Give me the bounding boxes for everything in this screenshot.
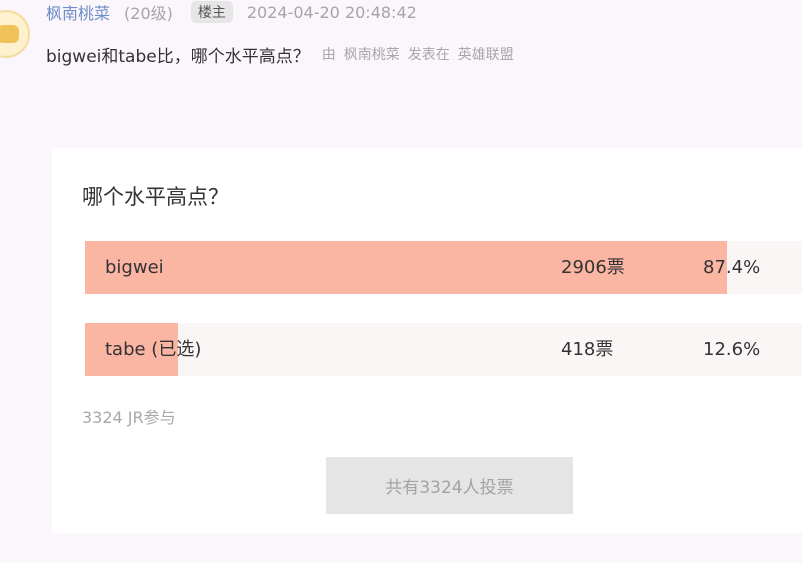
source-author[interactable]: 枫南桃菜 — [344, 47, 400, 63]
source-forum[interactable]: 英雄联盟 — [458, 47, 514, 63]
avatar[interactable] — [0, 10, 30, 58]
poll-option-label: bigwei — [105, 257, 164, 278]
source-prefix: 由 — [321, 47, 336, 63]
poll-option-bigwei[interactable]: bigwei 2906票 87.4% — [85, 241, 802, 294]
avatar-image — [0, 25, 19, 43]
poll-option-percent: 87.4% — [703, 257, 761, 278]
post-title-line: bigwei和tabe比，哪个水平高点？ 由枫南桃菜 发表在 英雄联盟 — [46, 41, 514, 67]
post-time: 2024-04-20 20:48:42 — [246, 2, 417, 22]
post-title: bigwei和tabe比，哪个水平高点？ — [46, 46, 310, 67]
post-source: 由枫南桃菜 发表在 英雄联盟 — [322, 44, 514, 64]
poll-option-bar — [85, 241, 728, 294]
vote-total-button[interactable]: 共有3324人投票 — [326, 457, 573, 514]
author-name[interactable]: 枫南桃菜 — [46, 0, 110, 24]
poll-option-percent: 12.6% — [703, 339, 761, 360]
poll-option-votes: 418票 — [561, 339, 614, 360]
author-level: (20级) — [124, 4, 173, 23]
poll-card: 哪个水平高点？ bigwei 2906票 87.4% tabe (已选) 418… — [52, 148, 802, 533]
poll-option-label: tabe (已选) — [105, 339, 202, 360]
poll-option-votes: 2906票 — [561, 257, 625, 278]
op-badge: 楼主 — [190, 1, 233, 23]
source-verb: 发表在 — [407, 47, 450, 63]
participant-count: 3324 JR参与 — [82, 408, 176, 427]
poll-question: 哪个水平高点？ — [82, 185, 229, 209]
poll-option-tabe[interactable]: tabe (已选) 418票 12.6% — [85, 323, 802, 376]
post-meta: 枫南桃菜 (20级) 楼主 2024-04-20 20:48:42 — [46, 1, 417, 23]
